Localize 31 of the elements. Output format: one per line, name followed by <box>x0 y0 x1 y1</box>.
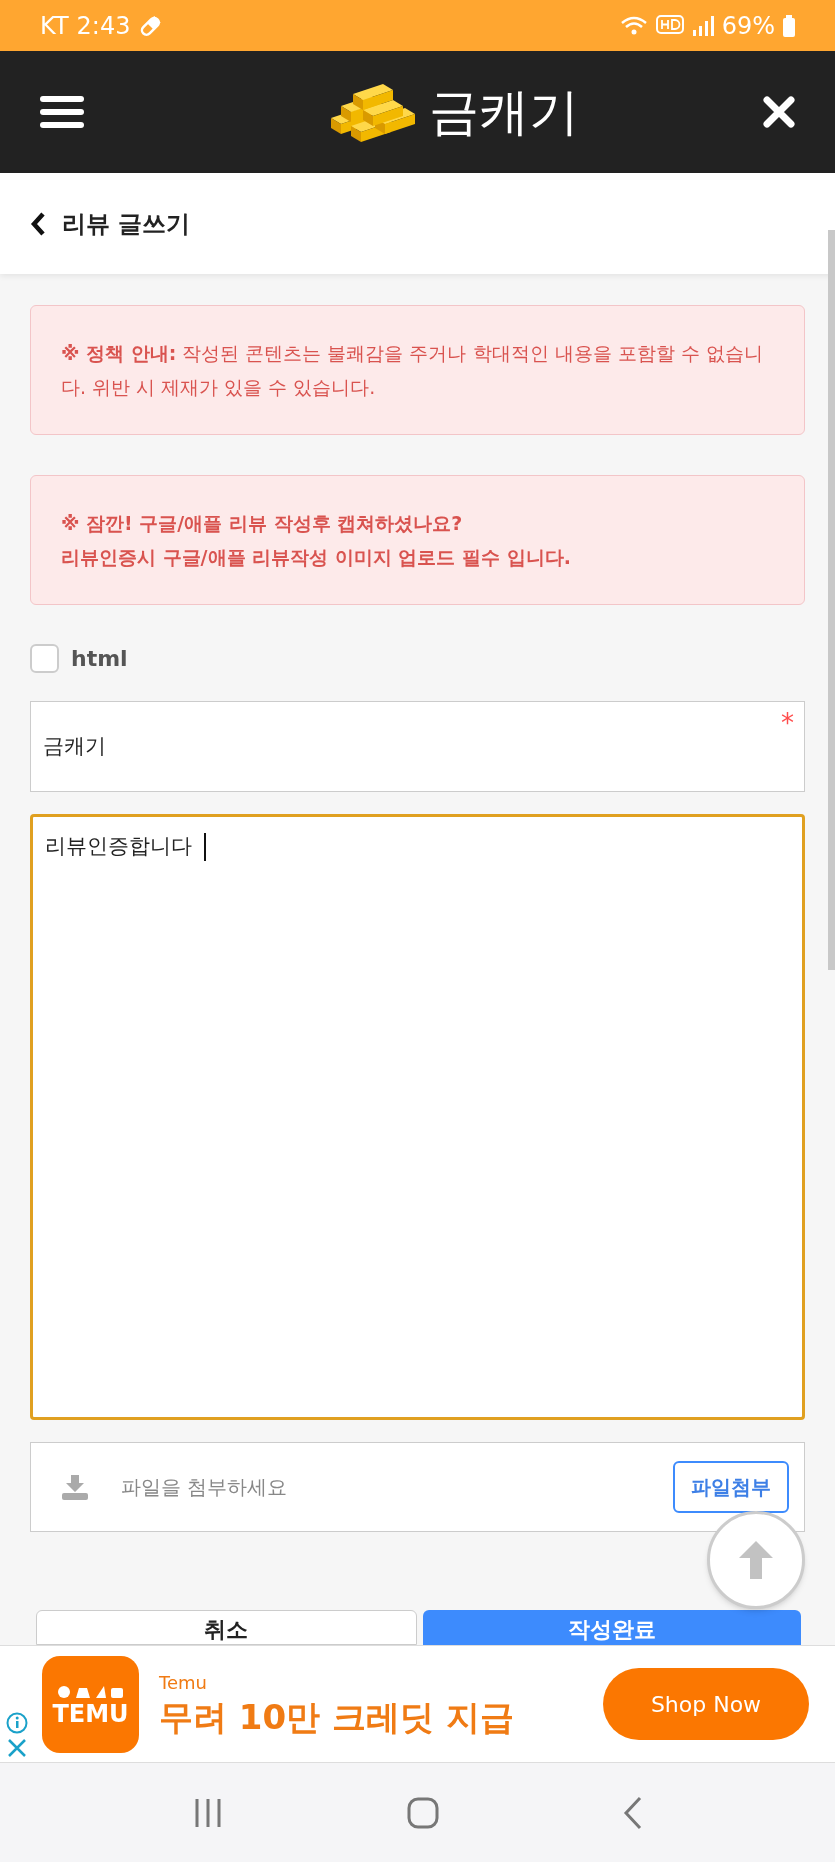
file-input-field[interactable]: 파일을 첨부하세요 파일첨부 <box>30 1442 805 1532</box>
battery-icon <box>783 14 795 37</box>
menu-icon[interactable] <box>40 94 84 130</box>
back-icon[interactable] <box>30 210 46 237</box>
shop-now-button[interactable]: Shop Now <box>603 1668 809 1740</box>
home-icon[interactable] <box>407 1796 440 1829</box>
text-cursor <box>204 832 206 861</box>
html-checkbox[interactable] <box>30 643 59 673</box>
pill-icon <box>138 13 163 38</box>
file-placeholder: 파일을 첨부하세요 <box>121 1474 289 1501</box>
info-icon[interactable] <box>6 1712 28 1734</box>
clock-text: 2:43 <box>76 10 131 42</box>
advertiser-name: Temu <box>159 1671 208 1696</box>
ad-headline: 무려 10만 크레딧 지급 <box>159 1696 515 1739</box>
notice-text: 리뷰인증시 구글/애플 리뷰작성 이미지 업로드 필수 입니다. <box>61 545 572 570</box>
required-mark: * <box>781 707 794 740</box>
battery-text: 69% <box>721 10 775 42</box>
submit-button[interactable]: 작성완료 <box>422 1610 801 1645</box>
cancel-button[interactable]: 취소 <box>36 1610 417 1645</box>
carrier-text: KT <box>40 10 69 42</box>
attach-file-button[interactable]: 파일첨부 <box>673 1461 789 1513</box>
checkbox-label: html <box>71 644 128 673</box>
site-title: 금캐기 <box>428 81 579 143</box>
page-title: 리뷰 글쓰기 <box>62 208 191 240</box>
signal-icon <box>691 13 714 38</box>
title-field[interactable]: 금캐기 * <box>30 701 805 792</box>
content-field[interactable]: 리뷰인증합니다 <box>30 814 805 1420</box>
download-icon <box>61 1473 89 1501</box>
notice-text: ※ 잠깐! 구글/애플 리뷰 작성후 캡쳐하셨나요? <box>61 511 464 536</box>
notice-text: ※ 정책 안내: 작성된 콘텐츠는 불쾌감을 주거나 학대적인 내용을 포함할 수 없습니다. 위반 시 제재가 있을 수 있습니다. <box>61 341 764 400</box>
logo-text: TEMU <box>52 1702 129 1726</box>
